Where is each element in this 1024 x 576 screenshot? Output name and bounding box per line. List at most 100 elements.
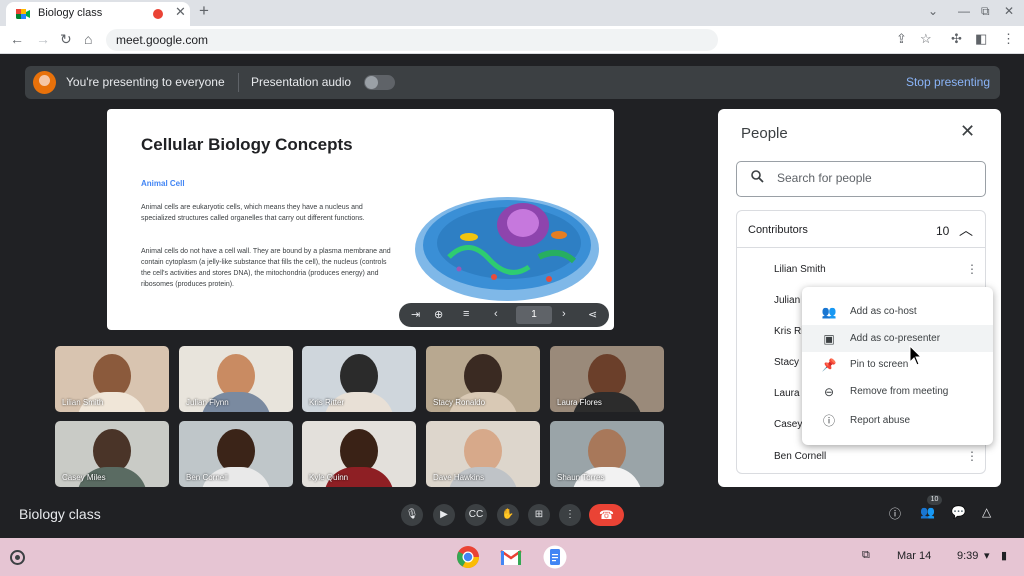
participant-tile[interactable]: Laura Flores	[550, 346, 664, 412]
launcher-icon[interactable]	[10, 550, 25, 565]
participant-tile[interactable]: Shaun Torres	[550, 421, 664, 487]
microphone-icon[interactable]: 🎙	[401, 504, 423, 526]
reload-icon[interactable]: ↻	[60, 31, 72, 48]
participant-tile[interactable]: Lilian Smith	[55, 346, 169, 412]
search-people-field[interactable]	[736, 161, 986, 197]
participant-tile[interactable]: Julian Flynn	[179, 346, 293, 412]
chrome-icon[interactable]	[456, 545, 480, 569]
mouse-cursor-icon	[909, 345, 923, 366]
end-call-button[interactable]: ☎	[589, 504, 624, 526]
browser-tab-bar: Biology class ✕ + ⌄ — ⧉ ✕	[0, 0, 1024, 26]
side-panel-icon[interactable]: ◧	[975, 31, 987, 47]
os-shelf: ⧉ Mar 14 9:39 ▾ ▮	[0, 538, 1024, 576]
presenting-message: You're presenting to everyone	[66, 75, 225, 89]
more-options-icon[interactable]: ⋮	[966, 449, 978, 463]
presented-slide: Cellular Biology Concepts Animal Cell An…	[107, 109, 614, 330]
participant-tile[interactable]: Stacy Ronaldo	[426, 346, 540, 412]
new-tab-button[interactable]: +	[199, 1, 209, 21]
close-window-icon[interactable]: ✕	[1004, 4, 1014, 18]
presentation-audio-toggle[interactable]	[364, 75, 395, 90]
camera-icon[interactable]: ▶	[433, 504, 455, 526]
menu-item-remove-from-meeting[interactable]: ⊖ Remove from meeting	[802, 378, 993, 405]
participant-row[interactable]: Stacy	[774, 357, 799, 368]
participant-row[interactable]: Julian	[774, 295, 800, 306]
tab-search-icon[interactable]: ⌄	[928, 4, 938, 18]
chat-icon[interactable]: 💬	[951, 505, 966, 519]
menu-item-add-co-presenter[interactable]: ▣ Add as co-presenter	[802, 325, 993, 352]
address-bar[interactable]: meet.google.com	[106, 29, 718, 51]
co-presenter-icon: ▣	[823, 332, 835, 346]
search-icon	[751, 170, 764, 183]
extensions-icon[interactable]: ✣	[951, 31, 962, 47]
participant-name: Julian Flynn	[186, 398, 229, 407]
slide-page-number[interactable]: 1	[516, 306, 552, 324]
meeting-info-icon[interactable]: ⓘ	[889, 505, 901, 522]
participant-row[interactable]: Lilian Smith	[774, 264, 826, 275]
forward-icon[interactable]: →	[36, 31, 50, 47]
restore-icon[interactable]: ⧉	[981, 4, 990, 19]
close-tab-icon[interactable]: ✕	[175, 4, 186, 20]
present-screen-icon[interactable]: ⊞	[528, 504, 550, 526]
screen-capture-icon[interactable]: ⧉	[862, 549, 870, 562]
people-icon[interactable]: 👥	[920, 505, 935, 519]
participant-name: Laura Flores	[557, 398, 602, 407]
minimize-icon[interactable]: —	[958, 4, 970, 18]
participant-name: Shaun Torres	[557, 473, 605, 482]
date-display[interactable]: Mar 14	[897, 550, 931, 562]
notes-icon[interactable]: ≡	[463, 308, 469, 320]
contributors-count: 10	[936, 224, 950, 238]
bookmark-star-icon[interactable]: ☆	[920, 31, 932, 47]
chevron-up-icon[interactable]: ︿	[959, 220, 973, 240]
participant-tile[interactable]: Kyle Quinn	[302, 421, 416, 487]
docs-icon[interactable]	[543, 545, 567, 569]
participant-context-menu: 👥 Add as co-host ▣ Add as co-presenter 📌…	[802, 287, 993, 445]
participant-tile[interactable]: Dave Hawkins	[426, 421, 540, 487]
search-people-input[interactable]	[777, 171, 967, 185]
menu-item-report-abuse[interactable]: ⓘ Report abuse	[802, 407, 993, 434]
menu-item-label: Add as co-host	[850, 306, 917, 317]
home-icon[interactable]: ⌂	[84, 31, 92, 47]
share-icon[interactable]: ⇪	[896, 31, 907, 47]
next-slide-icon[interactable]: ›	[562, 308, 566, 320]
participant-name: Dave Hawkins	[433, 473, 485, 482]
presenter-avatar	[33, 71, 56, 94]
participant-name: Kyle Quinn	[309, 473, 349, 482]
participant-tile[interactable]: Ben Cornell	[179, 421, 293, 487]
menu-dots-icon[interactable]: ⋮	[1002, 31, 1015, 47]
more-options-icon[interactable]: ⋮	[966, 262, 978, 276]
participant-tile[interactable]: Kris Ritter	[302, 346, 416, 412]
previous-slide-icon[interactable]: ‹	[494, 308, 498, 320]
participant-name: Stacy Ronaldo	[433, 398, 486, 407]
participant-row[interactable]: Casey	[774, 419, 802, 430]
remove-icon: ⊖	[823, 385, 835, 399]
captions-icon[interactable]: CC	[465, 504, 487, 526]
time-display[interactable]: 9:39	[957, 550, 978, 562]
back-icon[interactable]: ←	[10, 31, 24, 47]
activities-icon[interactable]: △	[982, 505, 991, 519]
share-slide-icon[interactable]: ⋖	[588, 308, 597, 321]
gmail-icon[interactable]	[499, 545, 523, 569]
add-person-icon[interactable]: ⊕	[434, 308, 443, 321]
wifi-icon[interactable]: ▾	[984, 549, 990, 562]
menu-item-pin-to-screen[interactable]: 📌 Pin to screen	[802, 351, 993, 378]
participant-row[interactable]: Laura	[774, 388, 800, 399]
tab-biology-class[interactable]: Biology class ✕	[6, 2, 190, 26]
participant-row[interactable]: Ben Cornell	[774, 451, 826, 462]
participant-name: Ben Cornell	[186, 473, 228, 482]
close-icon[interactable]: ✕	[960, 121, 975, 142]
raise-hand-icon[interactable]: ✋	[497, 504, 519, 526]
contributors-header[interactable]: Contributors 10 ︿	[737, 211, 985, 248]
participant-row[interactable]: Kris Ri	[774, 326, 803, 337]
battery-icon[interactable]: ▮	[1001, 549, 1007, 562]
report-icon: ⓘ	[822, 414, 835, 428]
menu-item-add-co-host[interactable]: 👥 Add as co-host	[802, 298, 993, 325]
more-options-icon[interactable]: ⋮	[559, 504, 581, 526]
stop-presenting-button[interactable]: Stop presenting	[906, 75, 990, 89]
menu-item-label: Pin to screen	[850, 359, 909, 370]
participant-tile[interactable]: Casey Miles	[55, 421, 169, 487]
exit-slide-icon[interactable]: ⇥	[411, 308, 420, 321]
tab-title: Biology class	[38, 7, 103, 19]
slide-paragraph-2: Animal cells do not have a cell wall. Th…	[141, 248, 391, 288]
menu-item-label: Add as co-presenter	[850, 333, 941, 344]
slide-paragraph-1: Animal cells are eukaryotic cells, which…	[141, 204, 365, 222]
